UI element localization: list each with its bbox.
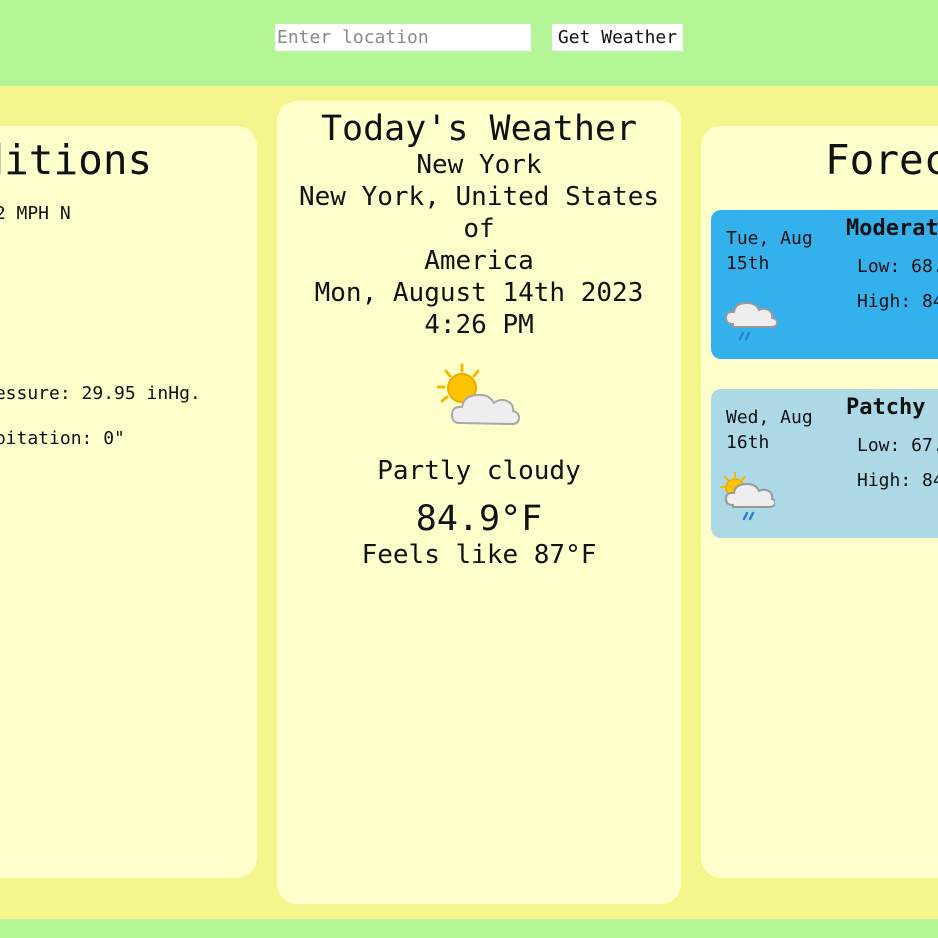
conditions-title: nditions xyxy=(0,136,153,184)
wind-text: .2 MPH N xyxy=(0,203,71,224)
region-line-1: New York, United States of xyxy=(298,182,660,244)
forecast-high: High: 84 xyxy=(857,470,938,491)
forecast-low: Low: 67. xyxy=(857,435,938,456)
forecast-condition: Moderate xyxy=(846,216,938,241)
current-time: 4:26 PM xyxy=(424,310,534,340)
forecast-date-line2: 15th xyxy=(726,253,770,274)
current-date: Mon, August 14th 2023 xyxy=(314,278,644,308)
precipitation-text: ipitation: 0" xyxy=(0,428,125,449)
forecast-date: Wed, Aug 16th xyxy=(726,405,826,455)
forecast-date-line1: Wed, Aug xyxy=(726,407,813,428)
forecast-title: Foreca xyxy=(825,136,938,184)
forecast-panel: Foreca Tue, Aug 15th Moderate Low: 68. H… xyxy=(701,126,938,878)
feels-like: Feels like 87°F xyxy=(361,540,597,570)
pressure-text: ressure: 29.95 inHg. xyxy=(0,383,201,404)
forecast-condition: Patchy r xyxy=(846,395,938,420)
forecast-low: Low: 68. xyxy=(857,256,938,277)
location-search-input[interactable] xyxy=(275,24,531,51)
cloud-rain-icon xyxy=(723,294,779,344)
todays-weather-panel: Today's Weather New York New York, Unite… xyxy=(277,101,681,904)
current-conditions-panel: nditions .2 MPH N 2 ressure: 29.95 inHg.… xyxy=(0,126,257,878)
partly-cloudy-icon xyxy=(434,363,524,433)
forecast-card: Wed, Aug 16th Patchy Low: 67. High: 84 xyxy=(711,389,938,538)
city-name: New York xyxy=(416,150,542,180)
get-weather-button[interactable]: Get Weather xyxy=(552,24,683,51)
forecast-date: Tue, Aug 15th xyxy=(726,226,826,276)
todays-weather-title: Today's Weather xyxy=(320,109,638,149)
main-content: nditions .2 MPH N 2 ressure: 29.95 inHg.… xyxy=(0,86,938,919)
weather-condition: Partly cloudy xyxy=(377,456,581,486)
header-bar: Get Weather xyxy=(0,0,938,86)
sun-cloud-rain-icon xyxy=(719,471,777,521)
forecast-high: High: 84 xyxy=(857,291,938,312)
region-line-2: America xyxy=(424,246,534,276)
temperature: 84.9°F xyxy=(415,499,543,539)
forecast-date-line2: 16th xyxy=(726,432,770,453)
forecast-date-line1: Tue, Aug xyxy=(726,228,813,249)
forecast-card: Tue, Aug 15th Moderate Low: 68. High: 84 xyxy=(711,210,938,359)
